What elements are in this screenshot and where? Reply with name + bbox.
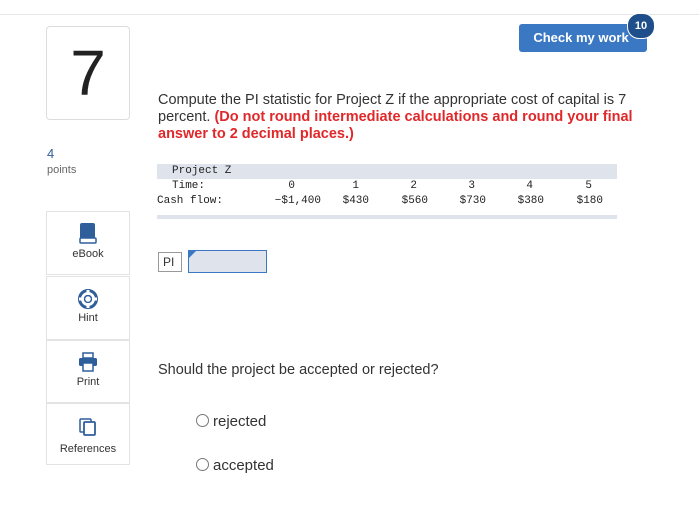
print-label: Print xyxy=(76,376,100,388)
references-label: References xyxy=(59,443,117,455)
cash-flow-row-label: Cash flow: xyxy=(157,195,224,207)
pi-label: PI xyxy=(158,252,182,272)
pi-answer-input[interactable] xyxy=(188,250,267,273)
cash-flow-cell: $730 xyxy=(459,195,486,207)
cash-flow-cell: $560 xyxy=(401,195,428,207)
hint-button[interactable]: Hint xyxy=(46,276,130,340)
cash-flow-cell: $430 xyxy=(342,195,369,207)
option-accepted-label: accepted xyxy=(213,457,274,474)
check-attempts-badge: 10 xyxy=(627,13,655,39)
time-cell: 0 xyxy=(288,180,295,192)
option-rejected[interactable]: rejected xyxy=(196,413,266,430)
option-accepted[interactable]: accepted xyxy=(196,457,274,474)
cash-flow-cell: $380 xyxy=(517,195,544,207)
references-button[interactable]: References xyxy=(46,403,130,465)
documents-icon xyxy=(79,418,96,436)
input-flag-marker xyxy=(189,251,196,258)
time-cell: 3 xyxy=(468,180,475,192)
accept-reject-question: Should the project be accepted or reject… xyxy=(158,362,439,378)
ebook-button[interactable]: eBook xyxy=(46,211,130,275)
printer-icon xyxy=(79,352,97,372)
question-number: 7 xyxy=(46,26,130,120)
print-button[interactable]: Print xyxy=(46,340,130,403)
rejected-radio[interactable] xyxy=(196,414,209,427)
time-cell: 1 xyxy=(352,180,359,192)
cash-flow-cell: −$1,400 xyxy=(274,195,321,207)
time-row-label: Time: xyxy=(172,180,206,192)
time-cell: 5 xyxy=(585,180,592,192)
points-label: points xyxy=(47,164,77,176)
rounding-instruction: (Do not round intermediate calculations … xyxy=(158,109,633,142)
cash-flow-cell: $180 xyxy=(576,195,603,207)
points-value: 4 xyxy=(47,146,55,161)
top-divider xyxy=(0,14,699,15)
ebook-label: eBook xyxy=(72,248,104,260)
accepted-radio[interactable] xyxy=(196,458,209,471)
question-text: Compute the PI statistic for Project Z i… xyxy=(158,92,668,143)
time-cell: 2 xyxy=(410,180,417,192)
time-cell: 4 xyxy=(526,180,533,192)
lifebuoy-icon xyxy=(78,289,98,309)
table-title: Project Z xyxy=(172,165,232,177)
table-footer-band xyxy=(157,215,617,219)
hint-label: Hint xyxy=(78,312,98,324)
book-icon xyxy=(79,223,97,244)
option-rejected-label: rejected xyxy=(213,413,267,430)
